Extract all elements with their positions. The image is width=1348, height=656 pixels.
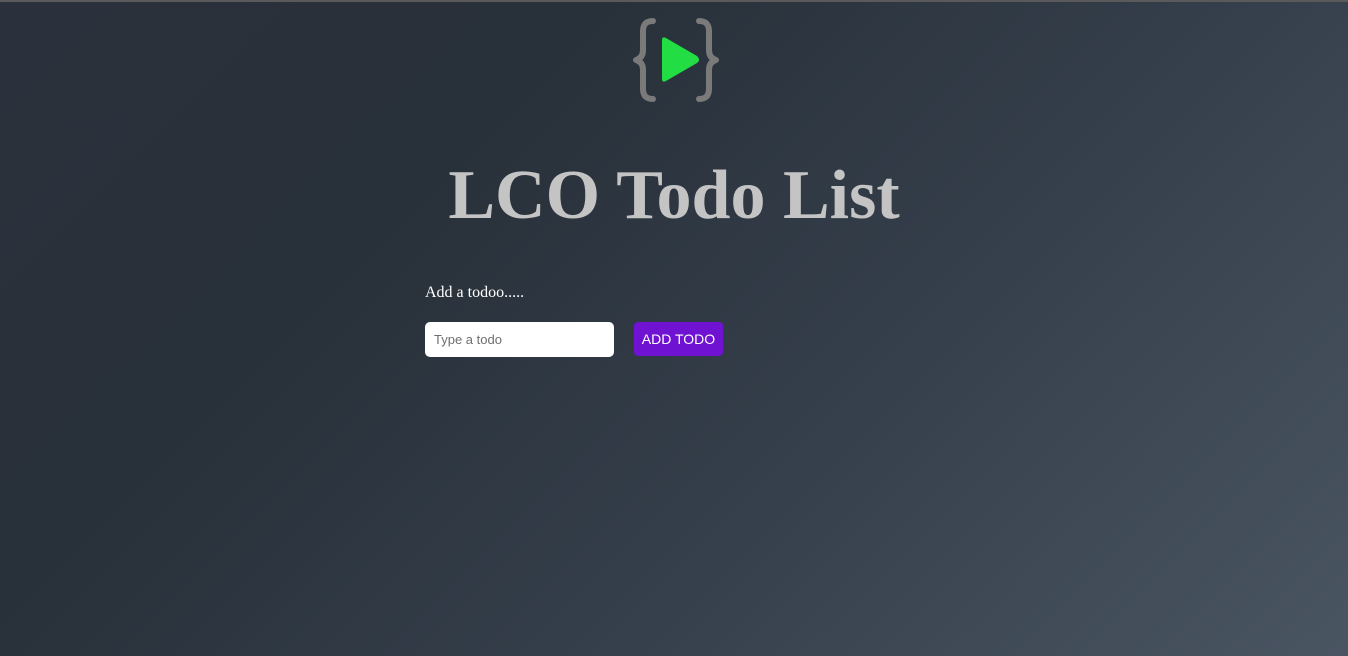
code-play-icon [633, 16, 719, 104]
page-title: LCO Todo List [448, 157, 900, 234]
todo-input[interactable] [425, 322, 614, 357]
add-todo-label: Add a todoo..... [425, 284, 525, 301]
add-todo-button[interactable]: ADD TODO [634, 322, 723, 356]
top-border [0, 0, 1348, 2]
